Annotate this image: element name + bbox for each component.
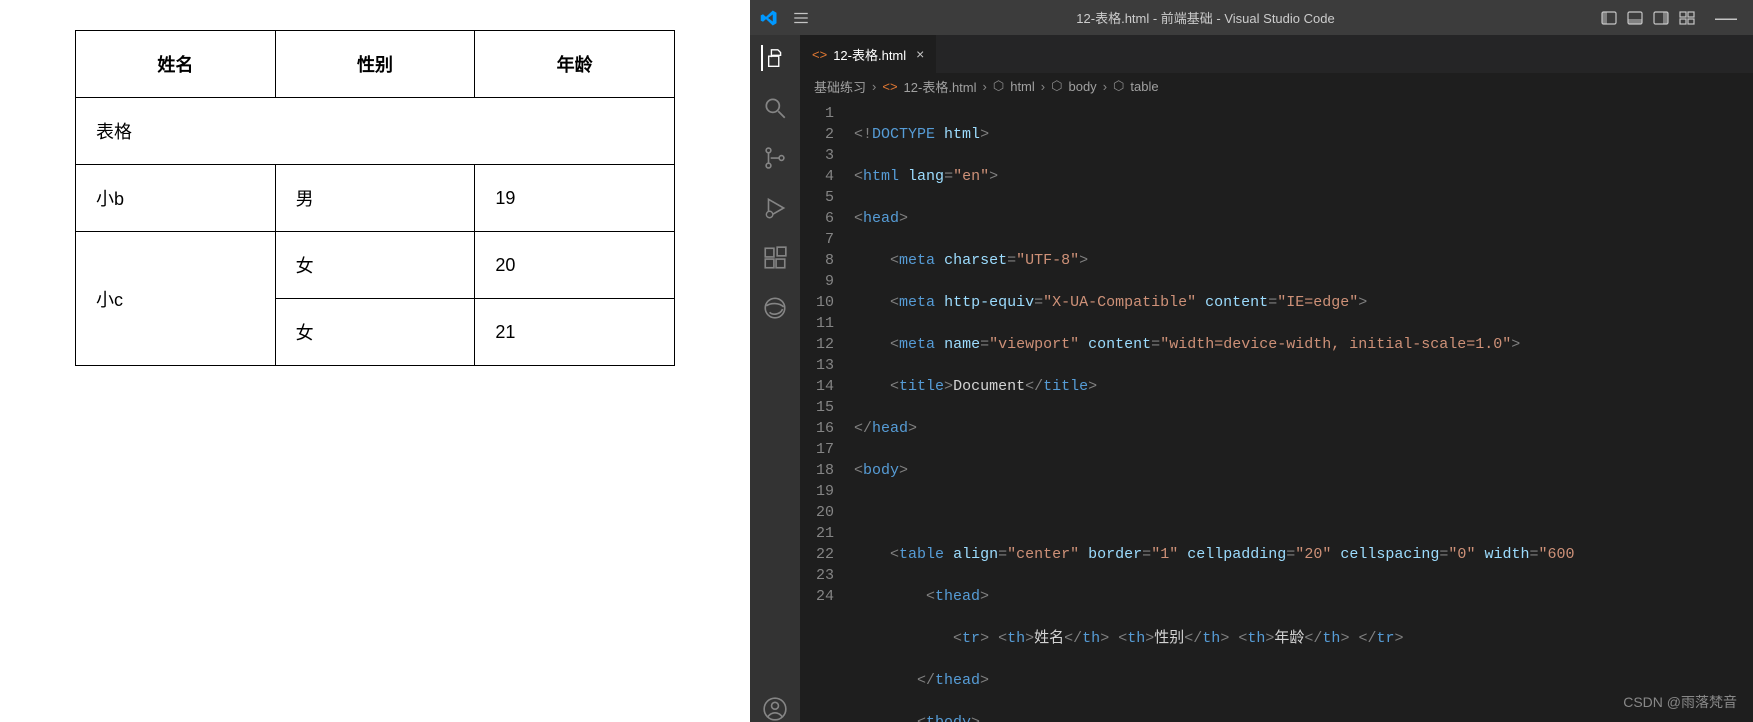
- layout-buttons[interactable]: [1601, 10, 1695, 26]
- table-row: 小c 女 20: [76, 232, 675, 299]
- chevron-right-icon: ›: [1103, 79, 1107, 94]
- watermark: CSDN @雨落梵音: [1623, 692, 1737, 712]
- panel-right-icon[interactable]: [1653, 10, 1669, 26]
- browser-rendered-output: 姓名 性别 年龄 表格 小b 男 19 小c 女 20: [0, 0, 750, 722]
- code-content[interactable]: <!DOCTYPE html> <html lang="en"> <head> …: [848, 99, 1753, 722]
- breadcrumb-node[interactable]: html: [1010, 79, 1035, 94]
- explorer-icon[interactable]: [761, 45, 787, 71]
- symbol-icon: ⬡: [1051, 78, 1062, 94]
- panel-bottom-icon[interactable]: [1627, 10, 1643, 26]
- table-row: 表格: [76, 98, 675, 165]
- panel-left-icon[interactable]: [1601, 10, 1617, 26]
- table-cell: 女: [275, 232, 475, 299]
- breadcrumb-node[interactable]: body: [1068, 79, 1096, 94]
- breadcrumb-file[interactable]: 12-表格.html: [904, 77, 977, 96]
- tab-file[interactable]: <> 12-表格.html ×: [800, 35, 937, 73]
- col-header-name: 姓名: [76, 31, 276, 98]
- vscode-logo-icon: [760, 9, 778, 27]
- tab-bar: <> 12-表格.html ×: [800, 35, 1753, 73]
- col-header-gender: 性别: [275, 31, 475, 98]
- table-cell: 20: [475, 232, 675, 299]
- activity-bar: [750, 35, 800, 722]
- source-control-icon[interactable]: [762, 145, 788, 171]
- table-cell: 男: [275, 165, 475, 232]
- minimize-button[interactable]: —: [1709, 5, 1743, 31]
- html-file-icon: <>: [882, 79, 897, 94]
- table-header-row: 姓名 性别 年龄: [76, 31, 675, 98]
- breadcrumb[interactable]: 基础练习 › <> 12-表格.html › ⬡ html › ⬡ body ›…: [800, 73, 1753, 99]
- breadcrumb-node[interactable]: table: [1130, 79, 1158, 94]
- search-icon[interactable]: [762, 95, 788, 121]
- accounts-icon[interactable]: [762, 696, 788, 722]
- table-cell-rowspan: 小c: [76, 232, 276, 366]
- tab-label: 12-表格.html: [833, 45, 906, 64]
- extensions-icon[interactable]: [762, 245, 788, 271]
- layout-grid-icon[interactable]: [1679, 10, 1695, 26]
- chevron-right-icon: ›: [872, 79, 876, 94]
- chevron-right-icon: ›: [1041, 79, 1045, 94]
- breadcrumb-folder[interactable]: 基础练习: [814, 77, 866, 96]
- html-file-icon: <>: [812, 47, 827, 62]
- table-cell: 小b: [76, 165, 276, 232]
- close-icon[interactable]: ×: [916, 46, 924, 62]
- editor-area: <> 12-表格.html × 基础练习 › <> 12-表格.html › ⬡…: [800, 35, 1753, 722]
- code-editor[interactable]: 123456789101112131415161718192021222324 …: [800, 99, 1753, 722]
- col-header-age: 年龄: [475, 31, 675, 98]
- hamburger-menu-icon[interactable]: [792, 9, 810, 27]
- titlebar[interactable]: 12-表格.html - 前端基础 - Visual Studio Code —: [750, 0, 1753, 35]
- table-cell-span: 表格: [76, 98, 675, 165]
- run-debug-icon[interactable]: [762, 195, 788, 221]
- symbol-icon: ⬡: [993, 78, 1004, 94]
- table-cell: 女: [275, 299, 475, 366]
- window-title: 12-表格.html - 前端基础 - Visual Studio Code: [824, 8, 1587, 27]
- table-row: 小b 男 19: [76, 165, 675, 232]
- symbol-icon: ⬡: [1113, 78, 1124, 94]
- demo-table: 姓名 性别 年龄 表格 小b 男 19 小c 女 20: [75, 30, 675, 366]
- table-cell: 21: [475, 299, 675, 366]
- table-cell: 19: [475, 165, 675, 232]
- line-gutter: 123456789101112131415161718192021222324: [800, 99, 848, 722]
- vscode-window: 12-表格.html - 前端基础 - Visual Studio Code —: [750, 0, 1753, 722]
- edge-tools-icon[interactable]: [762, 295, 788, 321]
- chevron-right-icon: ›: [983, 79, 987, 94]
